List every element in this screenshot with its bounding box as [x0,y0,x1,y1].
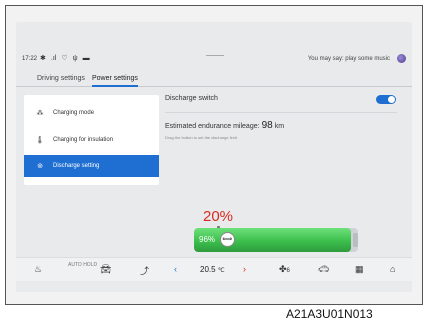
message-icon: ▬ [82,55,90,62]
voice-hint: You may say: play some music [307,56,390,62]
wifi-icon: ♡ [61,55,68,62]
home-icon[interactable]: ⌂ [390,264,395,274]
battery-slider[interactable]: 96% ⟺ [194,228,358,252]
pull-down-handle[interactable] [206,55,224,56]
thermometer-icon: 🌡︎ [35,136,45,144]
temp-increase-button[interactable]: › [243,264,246,274]
apps-grid-icon[interactable]: ▦ [355,264,364,275]
toggle-knob [388,96,395,103]
seat-icon[interactable]: ⤴ [140,264,149,277]
bottom-control-bar: ♨ AUTO HOLD 🚘︎ ⤴ ‹ 20.5 ℃ › ✤6 🚗︎ ▦ ⌂ [16,257,412,281]
figure-code: A21A3U01N013 [286,307,373,321]
car-view-icon[interactable]: 🚘︎ [100,264,111,275]
mileage-value: 98 [261,120,273,131]
sidebar-item-label: Discharge setting [53,163,100,169]
sidebar: ⁂ Charging mode 🌡︎ Charging for insulati… [24,95,159,185]
status-time: 17:22 [22,56,38,62]
discharge-icon: ⊚ [37,163,43,170]
mileage-unit: km [274,123,285,130]
fan-speed[interactable]: ✤6 [279,264,290,275]
temp-decrease-button[interactable]: ‹ [174,264,177,274]
tab-power-settings[interactable]: Power settings [92,75,138,87]
sidebar-item-label: Charging mode [53,109,95,116]
battery-level-label: 96% [199,235,216,244]
discharge-switch-label: Discharge switch [165,95,218,102]
temperature-value: 20.5 ℃ [200,265,225,274]
bluetooth-icon: ✱ [40,55,46,62]
slider-handle-icon[interactable]: ⟺ [219,232,235,247]
tab-driving-settings[interactable]: Driving settings [37,75,85,82]
sidebar-item-charging-mode[interactable]: ⁂ Charging mode [24,102,159,123]
charging-icon: ⁂ [36,109,44,117]
car-icon[interactable]: 🚗︎ [318,264,329,275]
seat-heat-icon[interactable]: ♨ [34,264,42,275]
drag-hint: Drag the button to set the discharge lim… [165,135,237,140]
display-panel: 17:22 ✱ .ıl ♡ ψ ▬ You may say: play some… [16,22,412,292]
settings-tabs: Driving settings Power settings [16,73,412,87]
signal-icon: .ıl [50,55,57,62]
sidebar-item-charging-insulation[interactable]: 🌡︎ Charging for insulation [24,129,159,150]
sidebar-item-discharge-setting[interactable]: ⊚ Discharge setting [24,155,159,177]
status-icons: ✱ .ıl ♡ ψ ▬ [40,55,90,63]
mileage-row: Estimated endurance mileage: 98 km [165,120,284,131]
usb-icon: ψ [72,55,78,62]
sidebar-item-label: Charging for insulation [53,136,114,143]
divider [165,112,397,113]
mileage-label: Estimated endurance mileage: [165,123,260,130]
battery-cap [353,233,358,247]
discharge-limit-percent: 20% [203,208,234,225]
battery-fill [194,228,352,252]
auto-hold-button[interactable]: AUTO HOLD [68,263,97,268]
voice-assistant-avatar[interactable] [397,54,406,63]
discharge-switch-toggle[interactable] [376,95,396,104]
